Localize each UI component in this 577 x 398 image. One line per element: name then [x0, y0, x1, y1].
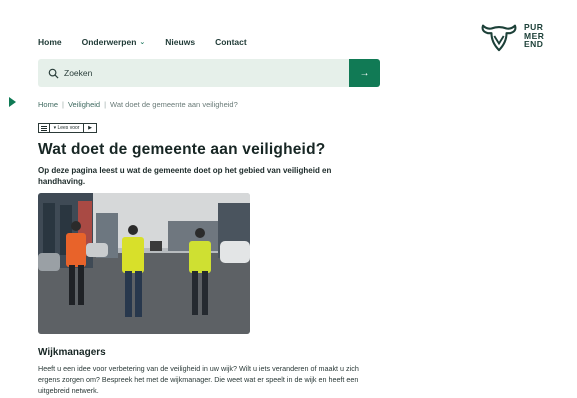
- section-text: Heeft u een idee voor verbetering van de…: [38, 364, 359, 395]
- article-photo: [38, 193, 250, 334]
- arrow-right-icon: →: [359, 67, 370, 79]
- breadcrumb-home[interactable]: Home: [38, 100, 58, 109]
- nav-label: Onderwerpen: [81, 37, 137, 47]
- nav-label: Nieuws: [165, 37, 196, 47]
- logo-wordmark: PUR MER END: [524, 23, 544, 49]
- breadcrumb: Home | Veiligheid | Wat doet de gemeente…: [38, 100, 238, 109]
- nav-item-contact[interactable]: Contact: [215, 37, 247, 47]
- page-intro: Op deze pagina leest u wat de gemeente d…: [38, 166, 332, 186]
- play-icon[interactable]: ▶: [83, 124, 96, 132]
- breadcrumb-current: Wat doet de gemeente aan veiligheid?: [110, 100, 238, 109]
- search-bar[interactable]: Zoeken →: [38, 59, 380, 87]
- read-aloud-label: Lees voor: [57, 125, 80, 131]
- breadcrumb-separator: |: [62, 100, 64, 109]
- feedback-tab-arrow-icon[interactable]: [9, 97, 16, 107]
- search-submit-button[interactable]: →: [349, 59, 380, 87]
- purmerend-logo[interactable]: PUR MER END: [480, 20, 544, 52]
- breadcrumb-veiligheid[interactable]: Veiligheid: [68, 100, 100, 109]
- nav-item-nieuws[interactable]: Nieuws: [165, 37, 195, 47]
- section-title: Wijkmanagers: [38, 347, 106, 358]
- main-navigation: Home Onderwerpen ⌄ Nieuws Contact: [38, 37, 247, 47]
- chevron-down-icon: ⌄: [139, 39, 146, 46]
- speaker-icon: ▾: [53, 125, 57, 131]
- nav-label: Contact: [215, 37, 247, 47]
- breadcrumb-separator: |: [104, 100, 107, 109]
- cow-head-icon: [481, 24, 517, 52]
- search-input[interactable]: Zoeken: [64, 68, 349, 78]
- nav-item-onderwerpen[interactable]: Onderwerpen ⌄: [82, 37, 146, 47]
- logo-line: END: [524, 39, 544, 50]
- search-icon: [48, 68, 59, 79]
- readspeaker-bar: ▾ Lees voor ▶: [38, 123, 97, 133]
- page-title: Wat doet de gemeente aan veiligheid?: [38, 141, 326, 158]
- nav-label: Home: [38, 37, 62, 47]
- menu-icon[interactable]: [39, 124, 49, 132]
- nav-item-home[interactable]: Home: [38, 37, 62, 47]
- read-aloud-button[interactable]: ▾ Lees voor: [49, 124, 83, 132]
